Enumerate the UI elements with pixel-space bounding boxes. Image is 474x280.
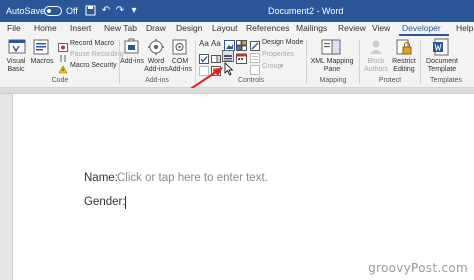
autosave-label: AutoSave xyxy=(6,6,46,16)
design-mode-button[interactable]: Design Mode xyxy=(262,39,303,47)
date-picker-content-control-icon[interactable] xyxy=(236,51,247,69)
autosave-toggle[interactable] xyxy=(44,6,62,16)
word-add-ins-button[interactable]: Word Add-ins xyxy=(143,58,169,74)
document-template-button[interactable]: Document Template xyxy=(422,58,462,74)
tab-design[interactable]: Design xyxy=(176,23,202,33)
macro-security-button[interactable]: Macro Security xyxy=(70,62,117,70)
tab-references[interactable]: References xyxy=(246,23,289,33)
tab-mailings[interactable]: Mailings xyxy=(296,23,327,33)
undo-icon[interactable]: ↶ xyxy=(100,5,112,17)
ribbon-tabs: File Home Insert New Tab Draw Design Lay… xyxy=(0,22,474,36)
redo-icon[interactable]: ↷ xyxy=(114,5,126,17)
record-macro-button[interactable]: Record Macro xyxy=(70,40,114,48)
autosave-state: Off xyxy=(66,6,78,16)
tab-view[interactable]: View xyxy=(372,23,390,33)
pause-recording-button: Pause Recording xyxy=(70,51,124,58)
tab-file[interactable]: File xyxy=(7,23,21,33)
properties-button: Properties xyxy=(262,51,294,58)
tab-developer[interactable]: Developer xyxy=(402,23,441,33)
tab-layout[interactable]: Layout xyxy=(212,23,238,33)
tab-new-tab[interactable]: New Tab xyxy=(104,23,137,33)
tab-review[interactable]: Review xyxy=(338,23,366,33)
protect-group-label: Protect xyxy=(378,77,402,84)
group-dropdown-icon: ▾ xyxy=(280,63,284,70)
gender-label: Gender: xyxy=(84,196,126,208)
tab-draw[interactable]: Draw xyxy=(146,23,166,33)
group-button: Group xyxy=(262,63,282,70)
watermark: groovyPost.com xyxy=(368,261,468,275)
code-group-label: Code xyxy=(51,77,69,84)
name-label: Name: xyxy=(84,172,118,184)
text-cursor xyxy=(125,196,126,209)
plain-text-content-control-icon[interactable]: Aa xyxy=(211,39,221,48)
templates-group-label: Templates xyxy=(430,77,462,84)
macros-button[interactable]: Macros xyxy=(28,58,56,66)
document-title: Document2 - Word xyxy=(268,6,344,16)
customize-quick-access-icon[interactable]: ▾ xyxy=(128,5,140,17)
mapping-group-label: Mapping xyxy=(319,77,347,84)
title-bar: AutoSave Off ↶ ↷ ▾ Document2 - Word xyxy=(0,0,474,22)
tab-home[interactable]: Home xyxy=(34,23,57,33)
save-icon[interactable] xyxy=(84,5,96,17)
name-content-control[interactable]: Click or tap here to enter text. xyxy=(117,172,268,184)
ribbon: Visual Basic Macros Record Macro Pause R… xyxy=(0,36,474,88)
restrict-editing-button[interactable]: Restrict Editing xyxy=(390,58,418,74)
tab-insert[interactable]: Insert xyxy=(70,23,91,33)
document-page[interactable] xyxy=(12,94,474,280)
rich-text-content-control-icon[interactable]: Aa xyxy=(199,39,209,48)
block-authors-button: Block Authors xyxy=(363,58,389,73)
visual-basic-button[interactable]: Visual Basic xyxy=(3,58,29,74)
xml-mapping-pane-button[interactable]: XML Mapping Pane xyxy=(310,58,354,74)
tab-help[interactable]: Help xyxy=(456,23,473,33)
add-ins-button[interactable]: Add-ins xyxy=(120,58,144,66)
